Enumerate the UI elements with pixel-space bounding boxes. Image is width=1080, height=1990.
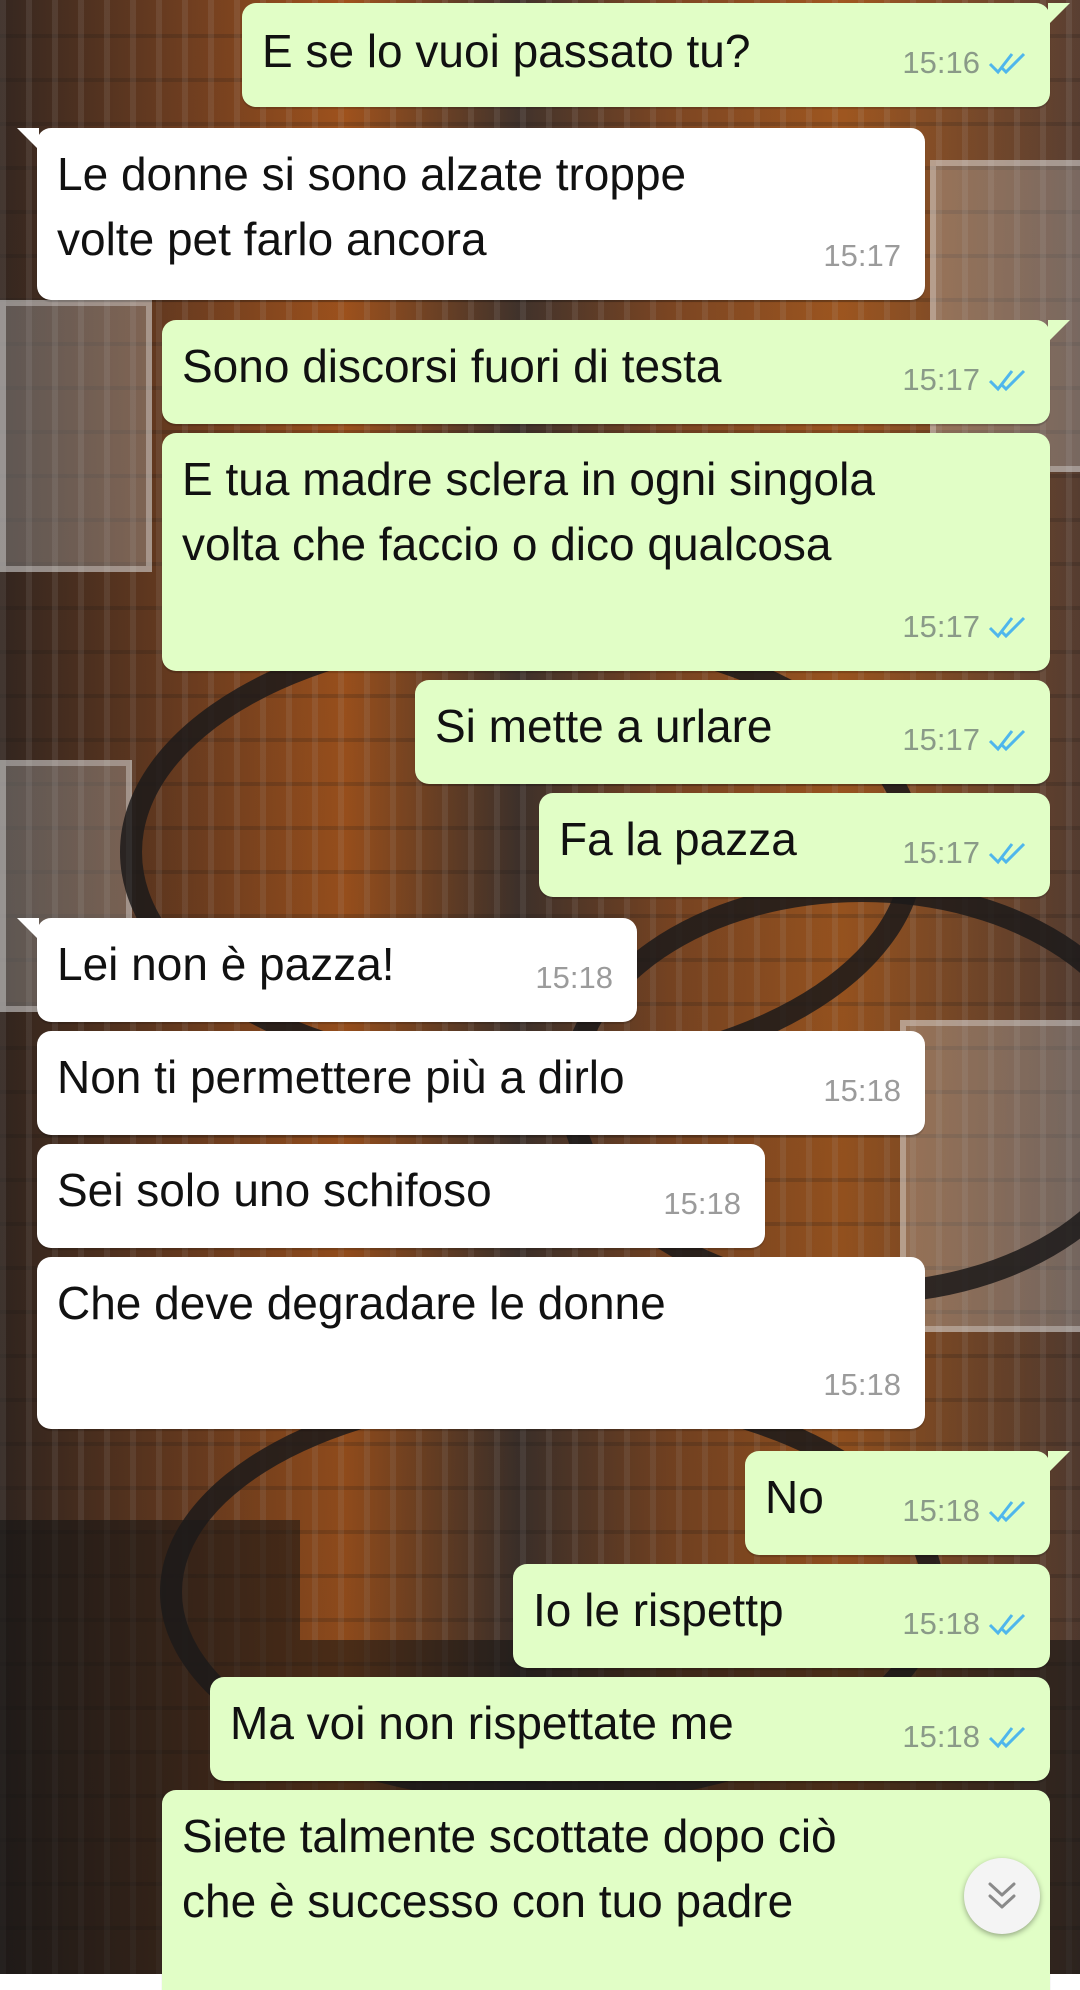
bubble-tail <box>17 918 39 940</box>
message-meta: 15:18 <box>535 945 613 1010</box>
message-bubble-outgoing[interactable]: No 15:18 <box>745 1451 1070 1555</box>
double-check-icon <box>988 369 1026 391</box>
message-bubble-outgoing[interactable]: Fa la pazza 15:17 <box>539 793 1050 897</box>
message-meta: 15:17 <box>823 223 901 288</box>
message-time: 15:17 <box>823 238 901 273</box>
bubble-tail <box>1048 3 1070 25</box>
message-time: 15:18 <box>902 1493 980 1528</box>
message-bubble-incoming[interactable]: Lei non è pazza! 15:18 <box>17 918 637 1022</box>
message-meta: 15:18 <box>823 1352 901 1417</box>
double-check-icon <box>988 616 1026 638</box>
message-time: 15:16 <box>902 45 980 80</box>
double-check-icon <box>988 1613 1026 1635</box>
message-time: 15:17 <box>902 362 980 397</box>
double-check-icon <box>988 842 1026 864</box>
message-meta: 15:17 <box>902 347 1030 412</box>
message-time: 15:18 <box>663 1186 741 1221</box>
message-text: Lei non è pazza! <box>57 938 395 990</box>
message-bubble-outgoing[interactable]: E se lo vuoi passato tu? 15:16 <box>242 3 1070 107</box>
message-meta: 15:18 <box>663 1171 741 1236</box>
chevron-double-down-icon <box>988 1882 1016 1909</box>
message-time: 15:18 <box>902 1719 980 1754</box>
bubble-tail <box>1048 320 1070 342</box>
message-text: Le donne si sono alzate troppe volte pet… <box>57 148 687 265</box>
message-time: 15:17 <box>902 722 980 757</box>
message-time: 15:18 <box>823 1367 901 1402</box>
message-text: Che deve degradare le donne <box>57 1277 666 1329</box>
message-text: E tua madre sclera in ogni singola volta… <box>182 453 875 570</box>
message-meta: 15:18 <box>902 1478 1030 1543</box>
message-bubble-outgoing[interactable]: Siete talmente scottate dopo ciò che è s… <box>162 1790 1050 1990</box>
message-meta: 15:16 <box>902 30 1030 95</box>
double-check-icon <box>988 52 1026 74</box>
message-meta: 15:17 <box>902 707 1030 772</box>
message-bubble-outgoing[interactable]: Sono discorsi fuori di testa 15:17 <box>162 320 1070 424</box>
message-meta: 15:17 <box>902 820 1030 885</box>
message-bubble-incoming[interactable]: Sei solo uno schifoso 15:18 <box>37 1144 765 1248</box>
message-meta: 15:18 <box>902 1704 1030 1769</box>
bubble-tail <box>1048 1451 1070 1473</box>
message-text: Sei solo uno schifoso <box>57 1164 492 1216</box>
message-bubble-incoming[interactable]: Le donne si sono alzate troppe volte pet… <box>17 128 925 300</box>
message-meta: 15:17 <box>902 594 1030 659</box>
message-time: 15:18 <box>823 1073 901 1108</box>
message-meta: 15:18 <box>823 1058 901 1123</box>
message-list[interactable]: E se lo vuoi passato tu? 15:16 Le donne … <box>0 0 1080 1990</box>
message-bubble-incoming[interactable]: Che deve degradare le donne 15:18 <box>37 1257 925 1429</box>
message-bubble-outgoing[interactable]: Io le rispettp 15:18 <box>513 1564 1050 1668</box>
message-time: 15:17 <box>902 835 980 870</box>
message-bubble-outgoing[interactable]: Si mette a urlare 15:17 <box>415 680 1050 784</box>
message-bubble-incoming[interactable]: Non ti permettere più a dirlo 15:18 <box>37 1031 925 1135</box>
bubble-tail <box>17 128 39 150</box>
message-bubble-outgoing[interactable]: Ma voi non rispettate me 15:18 <box>210 1677 1050 1781</box>
double-check-icon <box>988 1726 1026 1748</box>
double-check-icon <box>988 729 1026 751</box>
message-time: 15:18 <box>535 960 613 995</box>
scroll-to-bottom-button[interactable] <box>964 1858 1040 1934</box>
message-text: Siete talmente scottate dopo ciò che è s… <box>182 1810 837 1927</box>
message-meta: 15:18 <box>902 1591 1030 1656</box>
message-bubble-outgoing[interactable]: E tua madre sclera in ogni singola volta… <box>162 433 1050 671</box>
message-text: Non ti permettere più a dirlo <box>57 1051 625 1103</box>
message-time: 15:18 <box>902 1606 980 1641</box>
double-check-icon <box>988 1500 1026 1522</box>
message-time: 15:17 <box>902 609 980 644</box>
